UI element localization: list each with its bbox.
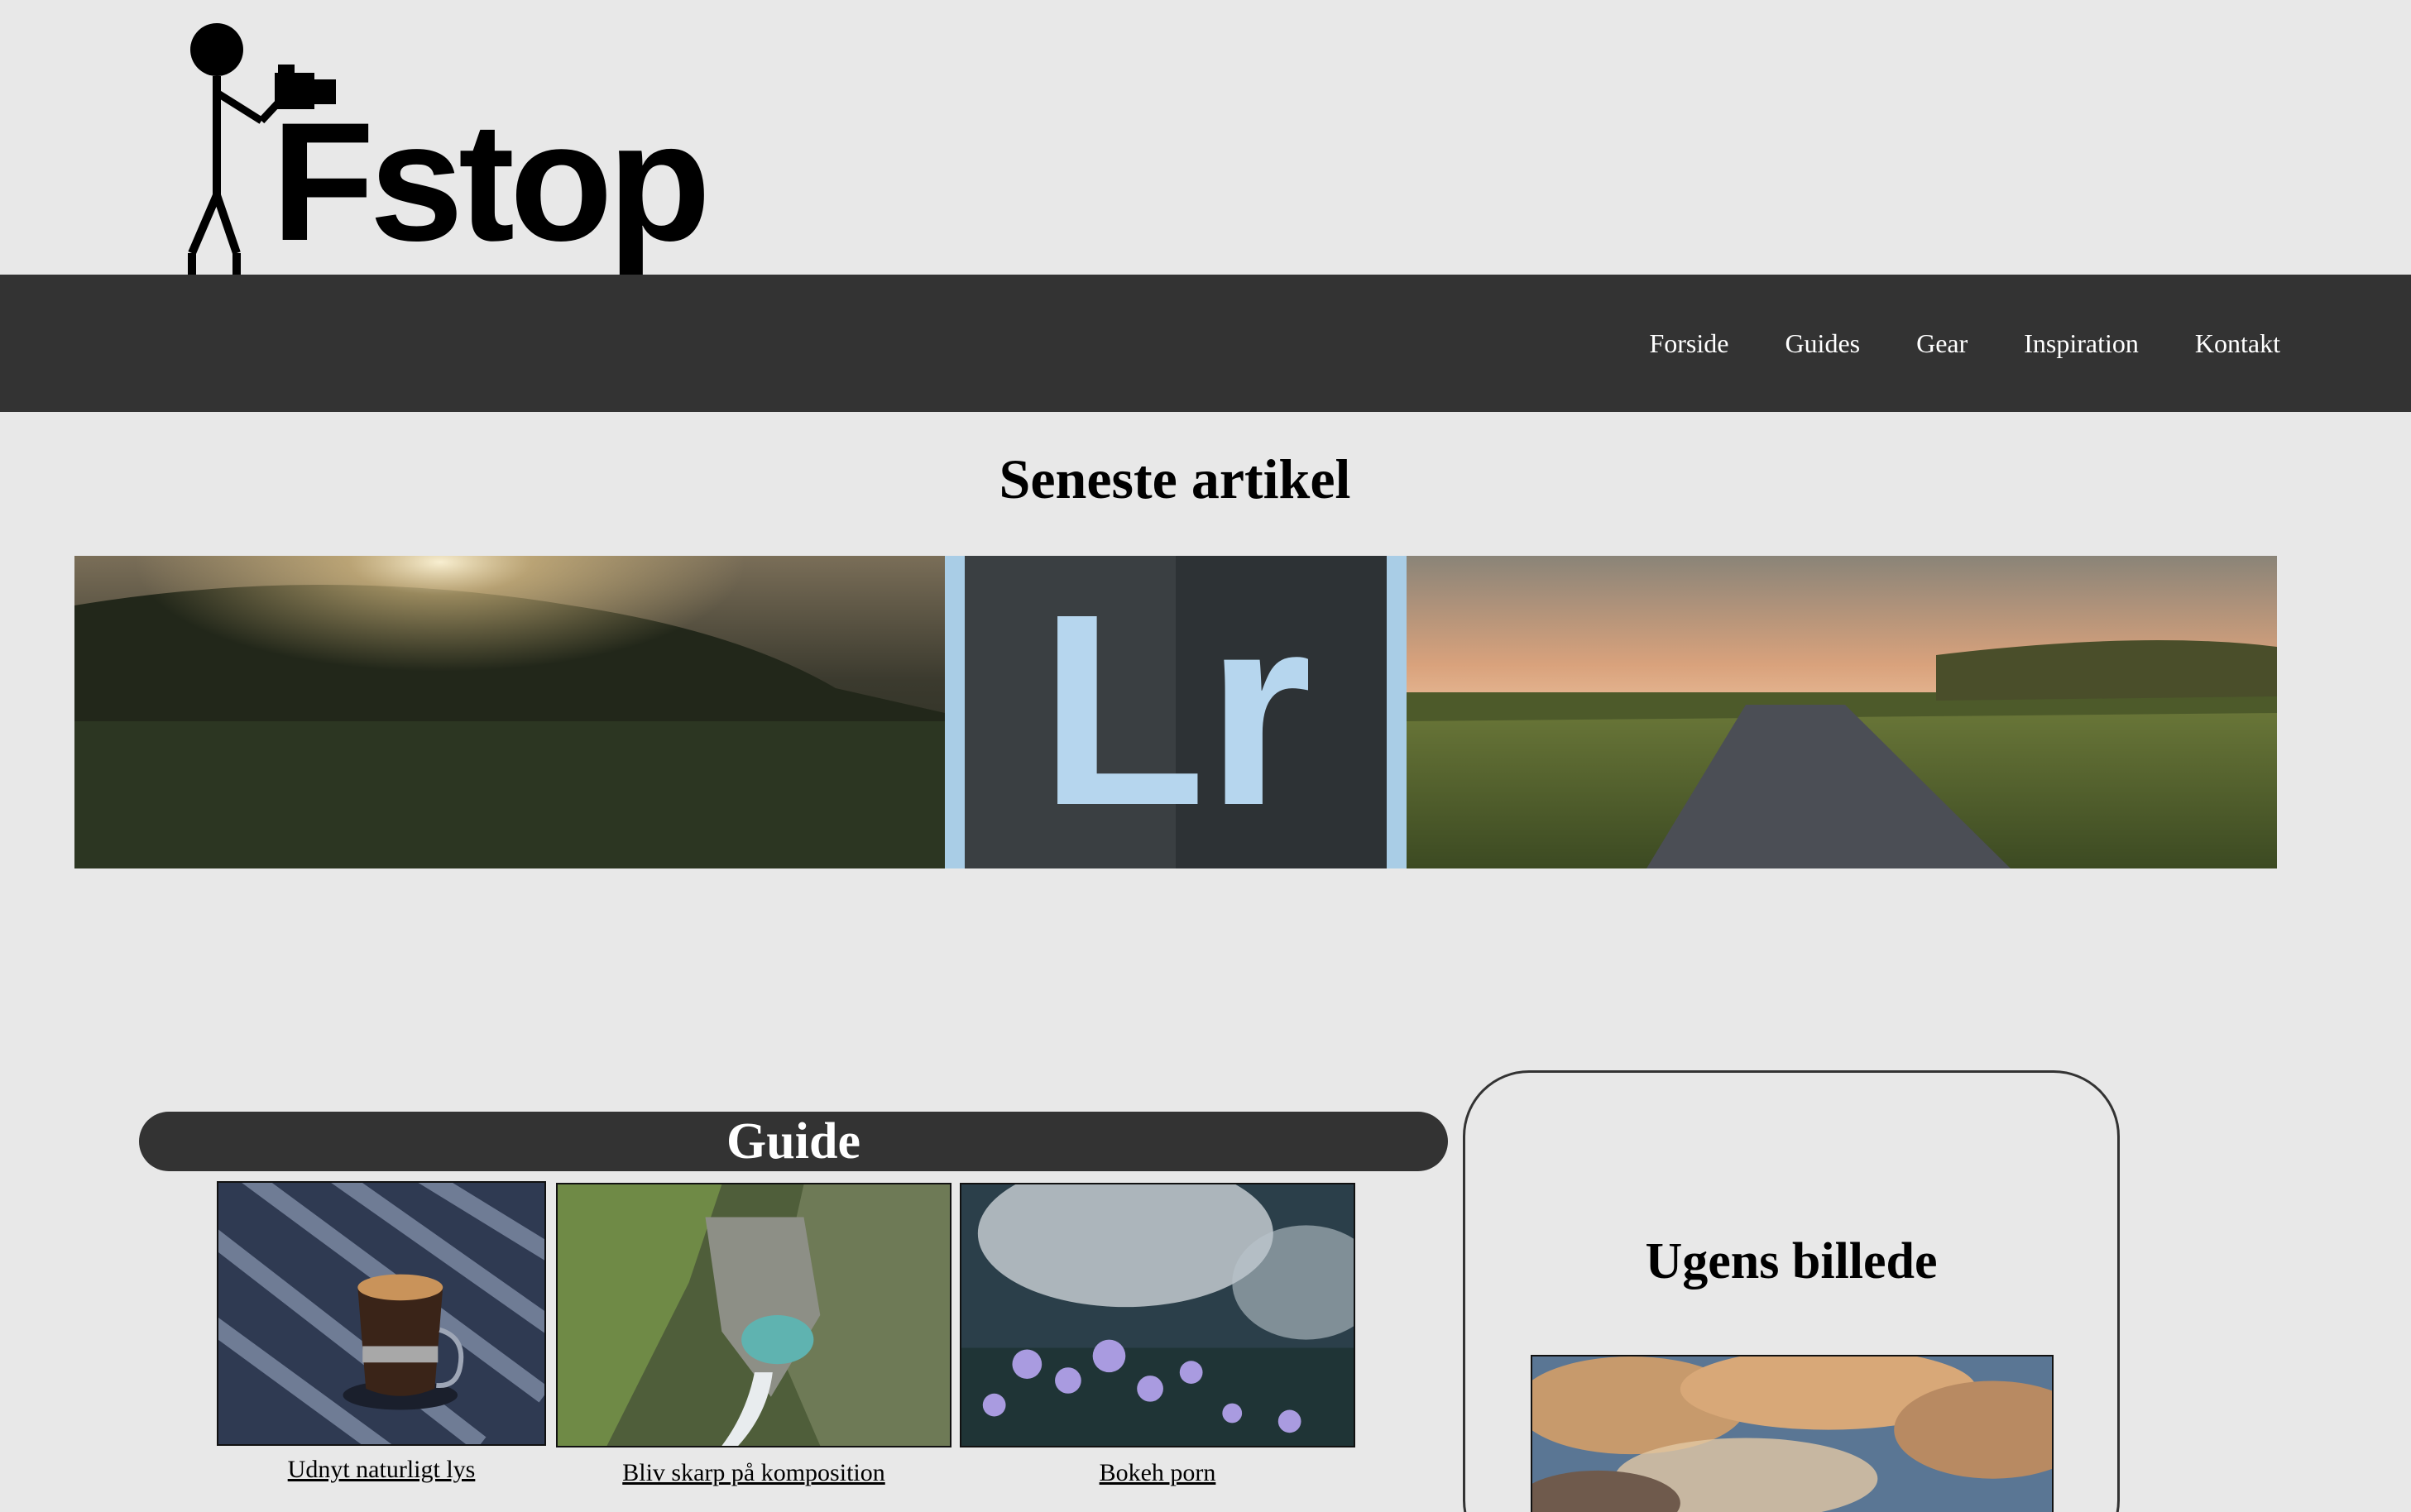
site-logo[interactable]: Fstop (185, 22, 711, 275)
guide-thumb-coffee[interactable] (217, 1181, 546, 1446)
week-picture-heading: Ugens billede (1645, 1233, 1938, 1290)
sunset-clouds-image (1532, 1356, 2052, 1512)
coffee-cup-image (218, 1183, 544, 1444)
nav-item-inspiration[interactable]: Inspiration (2024, 328, 2139, 359)
waterfall-aerial-image (558, 1184, 950, 1446)
lightroom-logo-text: Lr (1039, 557, 1312, 862)
guide-link-bokeh[interactable]: Bokeh porn (960, 1459, 1355, 1487)
guide-link-naturligt-lys[interactable]: Udnyt naturligt lys (217, 1456, 546, 1484)
guide-thumb-waterfall[interactable] (556, 1183, 951, 1447)
guide-heading-bar: Guide (139, 1112, 1448, 1171)
page: Fstop Forside Guides Gear Inspiration Ko… (0, 0, 2411, 1512)
latest-article-heading: Seneste artikel (999, 447, 1351, 510)
logo-wordmark: Fstop (271, 88, 711, 276)
nav-item-gear[interactable]: Gear (1916, 328, 1968, 359)
purple-flowers-image (961, 1184, 1354, 1446)
nav-item-kontakt[interactable]: Kontakt (2195, 328, 2280, 359)
landscape-banner-image: Lr (74, 556, 2277, 868)
nav-item-forside[interactable]: Forside (1649, 328, 1728, 359)
nav-item-guides[interactable]: Guides (1785, 328, 1860, 359)
guide-thumb-flowers[interactable] (960, 1183, 1355, 1447)
week-picture-image[interactable] (1531, 1355, 2054, 1512)
main-nav: Forside Guides Gear Inspiration Kontakt (1649, 275, 2280, 412)
guide-link-komposition[interactable]: Bliv skarp på komposition (556, 1459, 951, 1487)
nav-bar: Forside Guides Gear Inspiration Kontakt (0, 275, 2411, 412)
latest-article-banner[interactable]: Lr (74, 556, 2277, 868)
